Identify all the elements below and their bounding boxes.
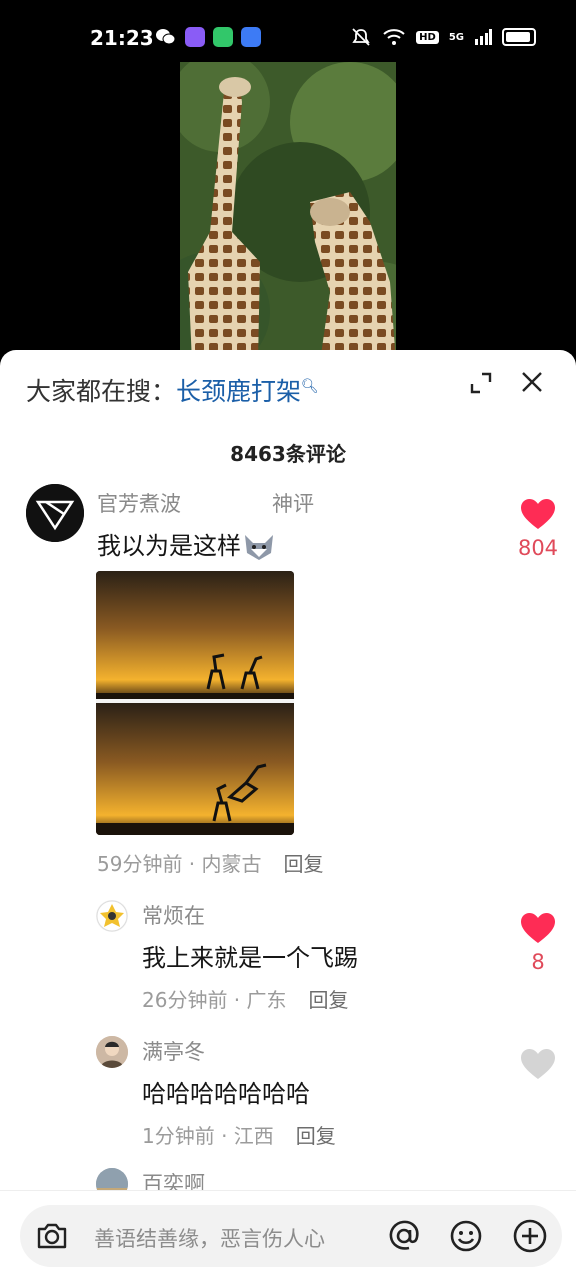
- video-player[interactable]: [180, 62, 396, 362]
- status-time: 21:23: [90, 26, 154, 50]
- comment-username[interactable]: 官芳煮波: [97, 488, 181, 518]
- reply-button[interactable]: 回复: [284, 852, 324, 876]
- avatar[interactable]: [96, 900, 128, 932]
- heart-outline-icon: [521, 1049, 555, 1079]
- comment-item: 官芳煮波 神评 我以为是这样 59分钟前 · 内蒙古 回复 804: [0, 484, 576, 876]
- search-icon: 🔍︎: [301, 378, 319, 395]
- emoji-icon[interactable]: [448, 1218, 484, 1254]
- avatar[interactable]: [26, 484, 84, 542]
- reply-item: 满亭冬 哈哈哈哈哈哈哈 1分钟前 · 江西 回复: [0, 1036, 576, 1149]
- app-icon-blue: [241, 27, 261, 47]
- mention-icon[interactable]: [386, 1218, 422, 1254]
- comment-meta: 59分钟前 · 内蒙古 回复: [97, 848, 324, 877]
- comment-image[interactable]: [96, 571, 294, 835]
- status-bar: 21:23 HD 5G: [0, 0, 576, 62]
- comments-sheet: 大家都在搜：长颈鹿打架🔍︎ 8463条评论 官芳煮波 神评 我以为是这样 59分…: [0, 350, 576, 1280]
- like-button[interactable]: 804: [508, 498, 568, 560]
- reply-meta: 26分钟前 · 广东 回复: [142, 984, 349, 1013]
- like-count: 804: [517, 536, 559, 560]
- reply-text: 哈哈哈哈哈哈哈: [142, 1080, 310, 1108]
- reply-time-location: 26分钟前 · 广东: [142, 988, 287, 1012]
- wechat-icon: [156, 29, 176, 45]
- reply-username[interactable]: 满亭冬: [142, 1036, 205, 1066]
- reply-text: 我上来就是一个飞踢: [142, 944, 358, 972]
- comment-time-location: 59分钟前 · 内蒙古: [97, 852, 262, 876]
- add-icon[interactable]: [512, 1218, 548, 1254]
- mute-icon: [352, 28, 370, 46]
- wifi-icon: [383, 29, 405, 45]
- comment-input[interactable]: 善语结善缘，恶言伤人心: [20, 1205, 562, 1267]
- comment-count: 8463条评论: [230, 442, 346, 466]
- comment-text-value: 我以为是这样: [97, 532, 241, 560]
- avatar-logo: [26, 484, 84, 542]
- system-status-icons: HD 5G: [350, 27, 536, 47]
- search-prefix: 大家都在搜：: [26, 377, 177, 406]
- notification-icons: [155, 27, 261, 47]
- like-button[interactable]: 8: [508, 912, 568, 974]
- comment-text: 我以为是这样: [97, 526, 275, 561]
- app-icon-purple: [185, 27, 205, 47]
- comment-input-placeholder: 善语结善缘，恶言伤人心: [94, 1227, 325, 1251]
- reply-button[interactable]: 回复: [296, 1124, 336, 1148]
- heart-filled-icon: [521, 913, 555, 943]
- network-label: 5G: [448, 31, 464, 43]
- like-count: 8: [531, 950, 545, 974]
- close-icon[interactable]: [520, 370, 544, 394]
- like-button[interactable]: [508, 1048, 568, 1084]
- comment-input-bar: 善语结善缘，恶言伤人心: [0, 1190, 576, 1281]
- signal-icon: [475, 29, 492, 45]
- reply-time-location: 1分钟前 · 江西: [142, 1124, 274, 1148]
- heart-filled-icon: [521, 499, 555, 529]
- search-term-link[interactable]: 长颈鹿打架: [176, 377, 301, 406]
- reply-item: 常烦在 我上来就是一个飞踢 26分钟前 · 广东 回复 8: [0, 900, 576, 1013]
- search-suggestion[interactable]: 大家都在搜：长颈鹿打架🔍︎: [26, 372, 319, 408]
- battery-icon: [502, 28, 536, 46]
- avatar[interactable]: [96, 1036, 128, 1068]
- giraffe-video-frame: [180, 62, 396, 362]
- wolf-emoji-icon: [243, 533, 275, 561]
- reply-button[interactable]: 回复: [309, 988, 349, 1012]
- reply-username[interactable]: 常烦在: [142, 900, 205, 930]
- hd-badge: HD: [416, 30, 439, 44]
- expand-icon[interactable]: [470, 372, 492, 394]
- app-icon-green: [213, 27, 233, 47]
- hot-comment-tag: 神评: [272, 492, 314, 516]
- camera-icon[interactable]: [34, 1218, 70, 1254]
- reply-meta: 1分钟前 · 江西 回复: [142, 1120, 336, 1149]
- sunset-giraffes-meme: [96, 571, 294, 835]
